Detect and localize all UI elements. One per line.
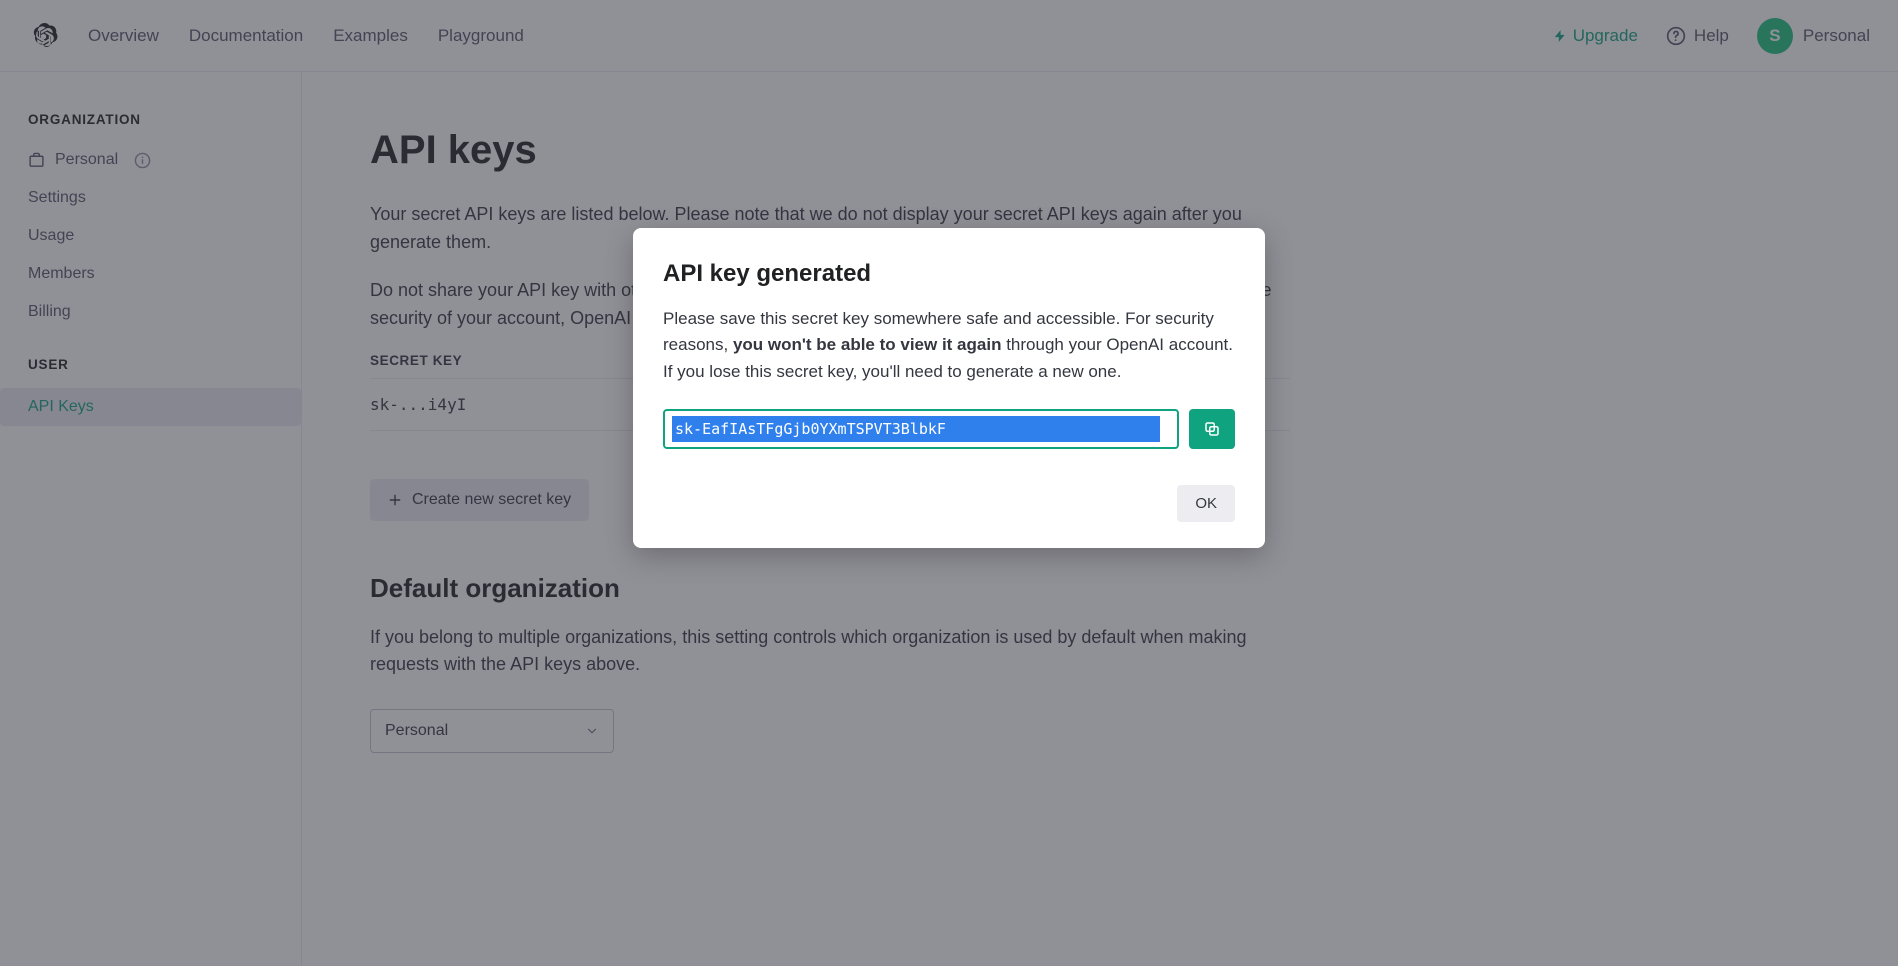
- modal-overlay[interactable]: API key generated Please save this secre…: [0, 0, 1898, 966]
- copy-icon: [1203, 420, 1221, 438]
- modal-text-strong: you won't be able to view it again: [733, 335, 1002, 354]
- ok-button[interactable]: OK: [1177, 485, 1235, 522]
- modal-body: Please save this secret key somewhere sa…: [663, 306, 1235, 385]
- modal-title: API key generated: [663, 260, 1235, 288]
- copy-key-button[interactable]: [1189, 409, 1235, 449]
- api-key-generated-modal: API key generated Please save this secre…: [633, 228, 1265, 548]
- secret-key-value: sk-EafIAsTFgGjb0YXmTSPVT3BlbkF: [675, 420, 946, 438]
- secret-key-field[interactable]: sk-EafIAsTFgGjb0YXmTSPVT3BlbkF: [663, 409, 1179, 449]
